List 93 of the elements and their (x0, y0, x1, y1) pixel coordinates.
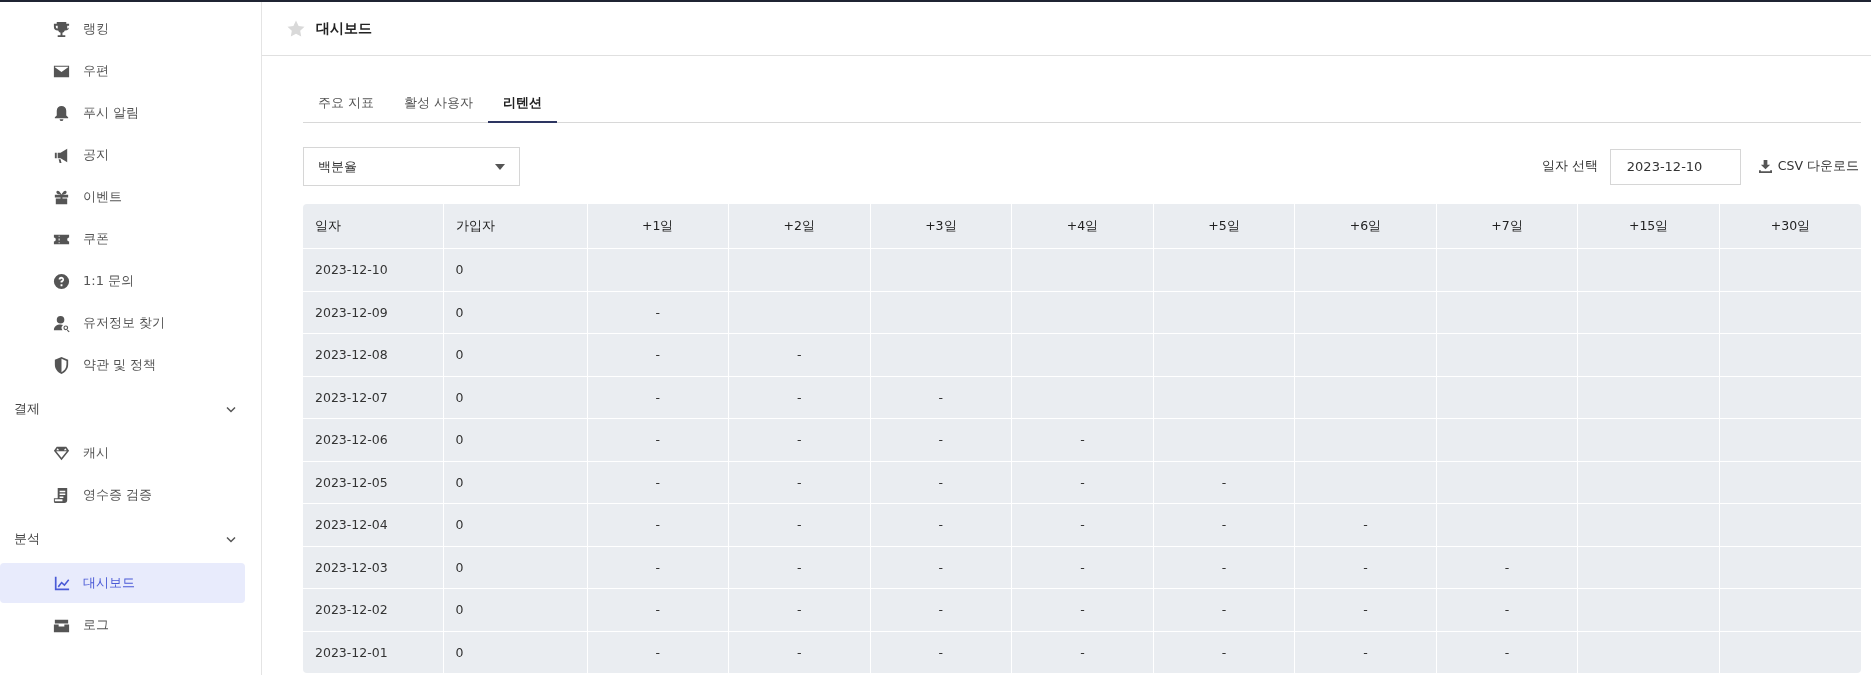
column-header: +15일 (1577, 204, 1720, 249)
table-cell: 0 (443, 546, 587, 589)
tab[interactable]: 주요 지표 (303, 86, 389, 123)
table-cell: 2023-12-06 (303, 418, 443, 461)
sidebar-item[interactable]: 쿠폰 (0, 219, 245, 259)
column-header: +4일 (1011, 204, 1154, 249)
menu-icon (52, 103, 71, 123)
table-cell: 0 (443, 333, 587, 376)
sidebar-item[interactable]: 영수증 검증 (0, 475, 245, 515)
table-cell: - (587, 376, 729, 419)
date-field[interactable]: 2023-12-10 (1609, 148, 1741, 185)
sidebar-item[interactable]: 캐시 (0, 433, 245, 473)
table-cell: - (1294, 588, 1437, 631)
table-cell: 0 (443, 376, 587, 419)
table-cell: - (1153, 588, 1295, 631)
sidebar-item[interactable]: 우편 (0, 51, 245, 91)
menu-icon (52, 313, 71, 333)
table-cell: - (728, 503, 871, 546)
table-cell: - (728, 461, 871, 504)
column-header: +7일 (1436, 204, 1578, 249)
table-cell: 0 (443, 248, 587, 291)
table-cell: 2023-12-10 (303, 248, 443, 291)
sidebar-item[interactable]: 공지 (0, 135, 245, 175)
table-cell: - (587, 546, 729, 589)
column-header: +1일 (587, 204, 729, 249)
sidebar-item[interactable]: 약관 및 정책 (0, 345, 245, 385)
sidebar-item[interactable]: 랭킹 (0, 9, 245, 49)
column-header: 일자 (303, 204, 443, 249)
table-cell: 0 (443, 588, 587, 631)
table-cell: - (1011, 461, 1154, 504)
caret-icon (495, 163, 505, 170)
table-cell: 2023-12-09 (303, 291, 443, 334)
table-cell: 2023-12-08 (303, 333, 443, 376)
column-header: +6일 (1294, 204, 1437, 249)
column-header: +3일 (870, 204, 1012, 249)
sidebar-item[interactable]: 푸시 알림 (0, 93, 245, 133)
table-cell: - (587, 291, 729, 334)
mode-dropdown[interactable]: 백분율 (303, 147, 520, 186)
table-cell: - (1011, 503, 1154, 546)
table-cell: - (728, 333, 871, 376)
table-cell: - (1294, 503, 1437, 546)
sidebar-item[interactable]: 유저정보 찾기 (0, 303, 245, 343)
table-cell: - (728, 588, 871, 631)
table-cell: 0 (443, 503, 587, 546)
table-cell: - (728, 418, 871, 461)
column-header: +2일 (728, 204, 871, 249)
table-cell: - (1436, 546, 1578, 589)
table-cell: 2023-12-03 (303, 546, 443, 589)
sidebar-item[interactable]: 대시보드 (0, 563, 245, 603)
table-cell: 2023-12-05 (303, 461, 443, 504)
table-cell: 0 (443, 291, 587, 334)
table-cell: - (1011, 546, 1154, 589)
tab[interactable]: 리텐션 (487, 86, 557, 123)
table-cell: - (587, 461, 729, 504)
table-cell: - (728, 546, 871, 589)
table-cell: - (587, 333, 729, 376)
menu-icon (52, 19, 71, 39)
table-cell: - (870, 503, 1012, 546)
download-icon (1758, 160, 1772, 173)
tab[interactable]: 활성 사용자 (389, 86, 488, 123)
date-label: 일자 선택 (1541, 158, 1598, 175)
menu-icon (52, 271, 71, 291)
menu-icon (52, 355, 71, 375)
table-cell: - (1153, 461, 1295, 504)
table-cell: 2023-12-02 (303, 588, 443, 631)
table-cell: - (1011, 418, 1154, 461)
table-cell: - (587, 503, 729, 546)
section-header[interactable]: 분석 (0, 517, 261, 561)
sidebar-item[interactable]: 1:1 문의 (0, 261, 245, 301)
table-cell: - (870, 588, 1012, 631)
table-cell: - (728, 376, 871, 419)
page-title: 대시보드 (316, 19, 372, 38)
table-cell: - (587, 418, 729, 461)
column-header: +5일 (1153, 204, 1295, 249)
download-button[interactable]: CSV 다운로드 (1756, 158, 1861, 175)
table-cell: - (1011, 588, 1154, 631)
table-cell: - (1294, 546, 1437, 589)
sidebar-item[interactable]: 이벤트 (0, 177, 245, 217)
table-cell: - (1153, 503, 1295, 546)
table-cell: - (870, 376, 1012, 419)
table-cell: - (870, 461, 1012, 504)
table-cell: 2023-12-07 (303, 376, 443, 419)
section-header[interactable]: 결제 (0, 387, 261, 431)
table-cell: 0 (443, 418, 587, 461)
table-cell: 0 (443, 461, 587, 504)
table-cell: - (1153, 546, 1295, 589)
table-cell: - (870, 546, 1012, 589)
table-cell: - (870, 418, 1012, 461)
column-header: 가입자 (443, 204, 587, 249)
table-cell: - (1436, 588, 1578, 631)
sidebar-item[interactable]: 로그 (0, 605, 245, 645)
table-cell: - (587, 588, 729, 631)
table-cell: 2023-12-04 (303, 503, 443, 546)
